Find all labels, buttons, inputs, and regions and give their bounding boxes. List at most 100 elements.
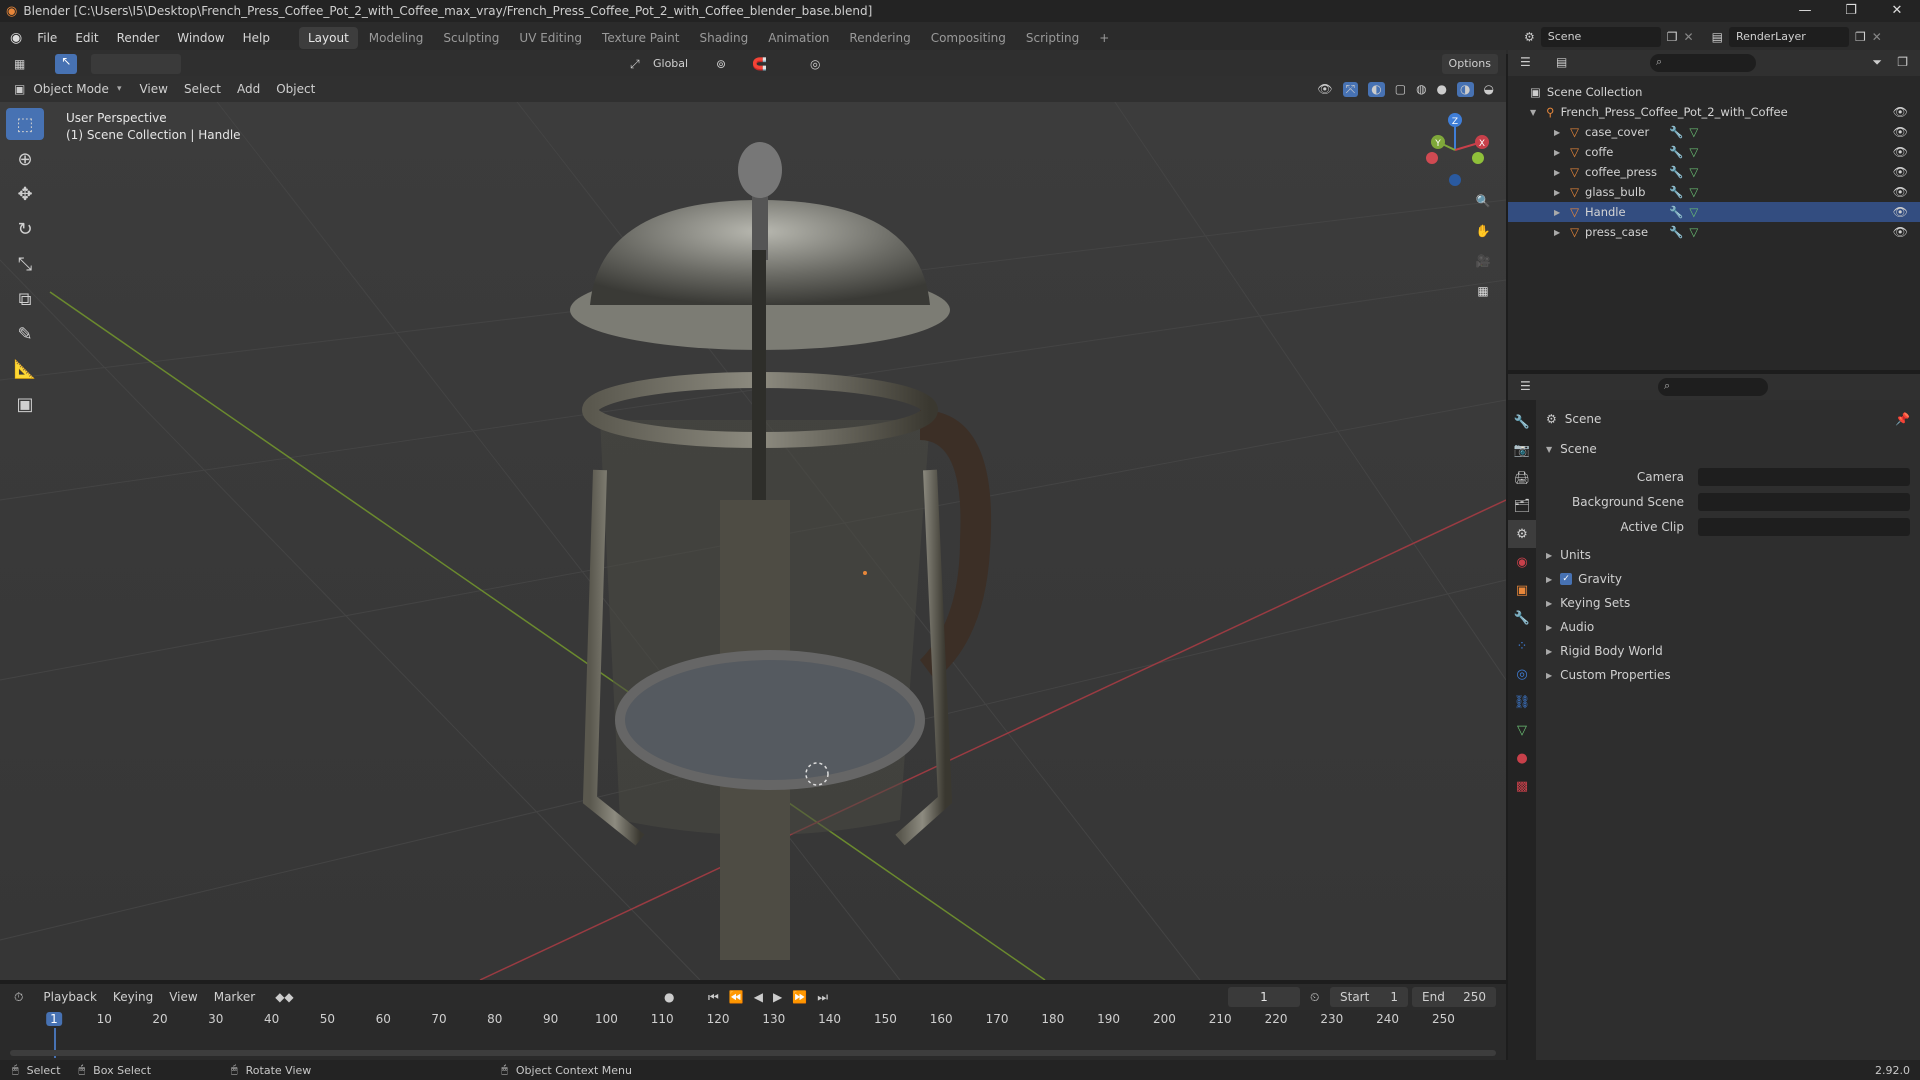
filter-icon[interactable]: ⏷ [1872,55,1882,70]
zoom-icon[interactable]: 🔍 [1470,194,1496,224]
visibility-eye-icon[interactable]: 👁 [1893,165,1908,179]
xray-icon[interactable]: ▢ [1395,82,1406,97]
object-mode-dropdown[interactable]: Object Mode [25,82,117,96]
modifier-icon[interactable]: 🔧 [1669,185,1683,199]
mesh-data-icon[interactable]: ▽ [1689,145,1698,159]
overlay-toggle-icon[interactable]: ◐ [1368,81,1385,97]
minimize-button[interactable]: — [1782,0,1828,22]
renderlayer-icon[interactable]: ▤ [1712,30,1723,44]
outliner-object-row[interactable]: ▶ ▽ press_case 🔧 ▽ 👁 [1508,222,1920,242]
modifier-tab-icon[interactable]: 🔧 [1508,604,1536,632]
tab-texture-paint[interactable]: Texture Paint [593,27,688,49]
tab-uv-editing[interactable]: UV Editing [510,27,591,49]
expand-arrow-icon[interactable]: ▶ [1554,208,1560,217]
expand-arrow-icon[interactable]: ▶ [1554,148,1560,157]
visibility-eye-icon[interactable]: 👁 [1893,105,1908,119]
record-icon[interactable]: ● [664,990,674,1004]
rendered-shading-icon[interactable]: ◒ [1484,82,1494,97]
jump-start-icon[interactable]: ⏮ [708,990,719,1005]
tab-shading[interactable]: Shading [690,27,757,49]
visibility-eye-icon[interactable]: 👁 [1893,145,1908,159]
keyframe-icons[interactable]: ◆◆ [275,990,293,1004]
physics-tab-icon[interactable]: ◎ [1508,660,1536,688]
proportional-edit-icon[interactable]: ◎ [810,57,820,71]
outliner-collection-row[interactable]: ▼ ⚲ French_Press_Coffee_Pot_2_with_Coffe… [1508,102,1920,122]
scene-tab-icon[interactable]: ⚙ [1508,520,1536,548]
subpanel-header[interactable]: ▶ Units [1536,544,1920,566]
select-mode-buttons[interactable] [91,54,182,74]
add-workspace-button[interactable]: + [1090,27,1118,49]
maximize-button[interactable]: ❐ [1828,0,1874,22]
camera-view-icon[interactable]: 🎥 [1470,254,1496,284]
modifier-icon[interactable]: 🔧 [1669,165,1683,179]
gizmo-toggle-icon[interactable]: ⤧ [1342,81,1359,97]
object-tab-icon[interactable]: ▣ [1508,576,1536,604]
play-icon[interactable]: ▶ [773,990,782,1005]
outliner-object-row[interactable]: ▶ ▽ glass_bulb 🔧 ▽ 👁 [1508,182,1920,202]
tool-tab-icon[interactable]: 🔧 [1508,408,1536,436]
modifier-icon[interactable]: 🔧 [1669,145,1683,159]
snap-icon[interactable]: 🧲 [752,57,767,71]
tab-compositing[interactable]: Compositing [922,27,1015,49]
mesh-data-icon[interactable]: ▽ [1689,185,1698,199]
wireframe-shading-icon[interactable]: ◍ [1416,82,1426,97]
timeline-editor-icon[interactable]: ⏱ [14,990,23,1005]
viewport-menu-view[interactable]: View [131,82,175,96]
solid-shading-icon[interactable]: ● [1437,82,1447,97]
outliner-object-row[interactable]: ▶ ▽ case_cover 🔧 ▽ 👁 [1508,122,1920,142]
tab-scripting[interactable]: Scripting [1017,27,1088,49]
next-keyframe-icon[interactable]: ⏩ [792,990,807,1005]
outliner-scene-collection[interactable]: ▣ Scene Collection [1508,82,1920,102]
world-tab-icon[interactable]: ◉ [1508,548,1536,576]
visibility-eye-icon[interactable]: 👁 [1893,225,1908,239]
select-tool-icon[interactable]: ↖ [55,54,78,74]
expand-arrow-icon[interactable]: ▶ [1554,168,1560,177]
current-frame-field[interactable]: 1 [1228,987,1300,1007]
data-tab-icon[interactable]: ▽ [1508,716,1536,744]
ortho-toggle-icon[interactable]: ▦ [1470,284,1496,314]
subpanel-header[interactable]: ▶ ✓ Gravity [1536,568,1920,590]
output-tab-icon[interactable]: 🖨 [1508,464,1536,492]
3d-viewport[interactable] [0,80,1506,980]
renderlayer-selector[interactable]: RenderLayer [1728,27,1849,47]
outliner-object-row[interactable]: ▶ ▽ coffe 🔧 ▽ 👁 [1508,142,1920,162]
expand-arrow-icon[interactable]: ▼ [1530,108,1536,117]
modifier-icon[interactable]: 🔧 [1669,125,1683,139]
outliner-object-row[interactable]: ▶ ▽ Handle 🔧 ▽ 👁 [1508,202,1920,222]
modifier-icon[interactable]: 🔧 [1669,225,1683,239]
start-frame-field[interactable]: Start 1 [1330,987,1408,1007]
view-layer-tab-icon[interactable]: 🗂 [1508,492,1536,520]
timeline-menu-view[interactable]: View [161,990,205,1004]
expand-arrow-icon[interactable]: ▶ [1554,228,1560,237]
new-renderlayer-icon[interactable]: ❐ [1855,30,1866,44]
properties-editor-icon[interactable]: ☰ [1520,379,1531,393]
properties-search-input[interactable] [1658,378,1768,396]
material-shading-icon[interactable]: ◑ [1457,81,1474,97]
pan-hand-icon[interactable]: ✋ [1470,224,1496,254]
expand-arrow-icon[interactable]: ▶ [1554,188,1560,197]
gravity-checkbox[interactable]: ✓ [1560,573,1573,585]
pivot-icon[interactable]: ⊚ [716,57,726,71]
subpanel-header[interactable]: ▶ Rigid Body World [1536,640,1920,662]
mesh-data-icon[interactable]: ▽ [1689,165,1698,179]
annotate-tool-icon[interactable]: ✎ [6,318,44,350]
clock-icon[interactable]: ⏲ [1310,990,1319,1005]
subpanel-header[interactable]: ▶ Custom Properties [1536,664,1920,686]
subpanel-header[interactable]: ▶ Keying Sets [1536,592,1920,614]
constraints-tab-icon[interactable]: ⛓ [1508,688,1536,716]
mesh-data-icon[interactable]: ▽ [1689,205,1698,219]
tab-rendering[interactable]: Rendering [840,27,919,49]
scale-tool-icon[interactable]: ⤡ [6,248,44,280]
new-collection-icon[interactable]: ❐ [1897,55,1908,69]
modifier-icon[interactable]: 🔧 [1669,205,1683,219]
visibility-eye-icon[interactable]: 👁 [1893,205,1908,219]
mesh-data-icon[interactable]: ▽ [1689,125,1698,139]
delete-scene-icon[interactable]: ✕ [1684,30,1694,44]
measure-tool-icon[interactable]: 📐 [6,353,44,385]
mesh-data-icon[interactable]: ▽ [1689,225,1698,239]
expand-arrow-icon[interactable]: ▶ [1554,128,1560,137]
new-scene-icon[interactable]: ❐ [1667,30,1678,44]
tab-modeling[interactable]: Modeling [360,27,433,49]
outliner-search-input[interactable] [1650,54,1756,72]
cursor-tool-icon[interactable]: ⊕ [6,143,44,175]
